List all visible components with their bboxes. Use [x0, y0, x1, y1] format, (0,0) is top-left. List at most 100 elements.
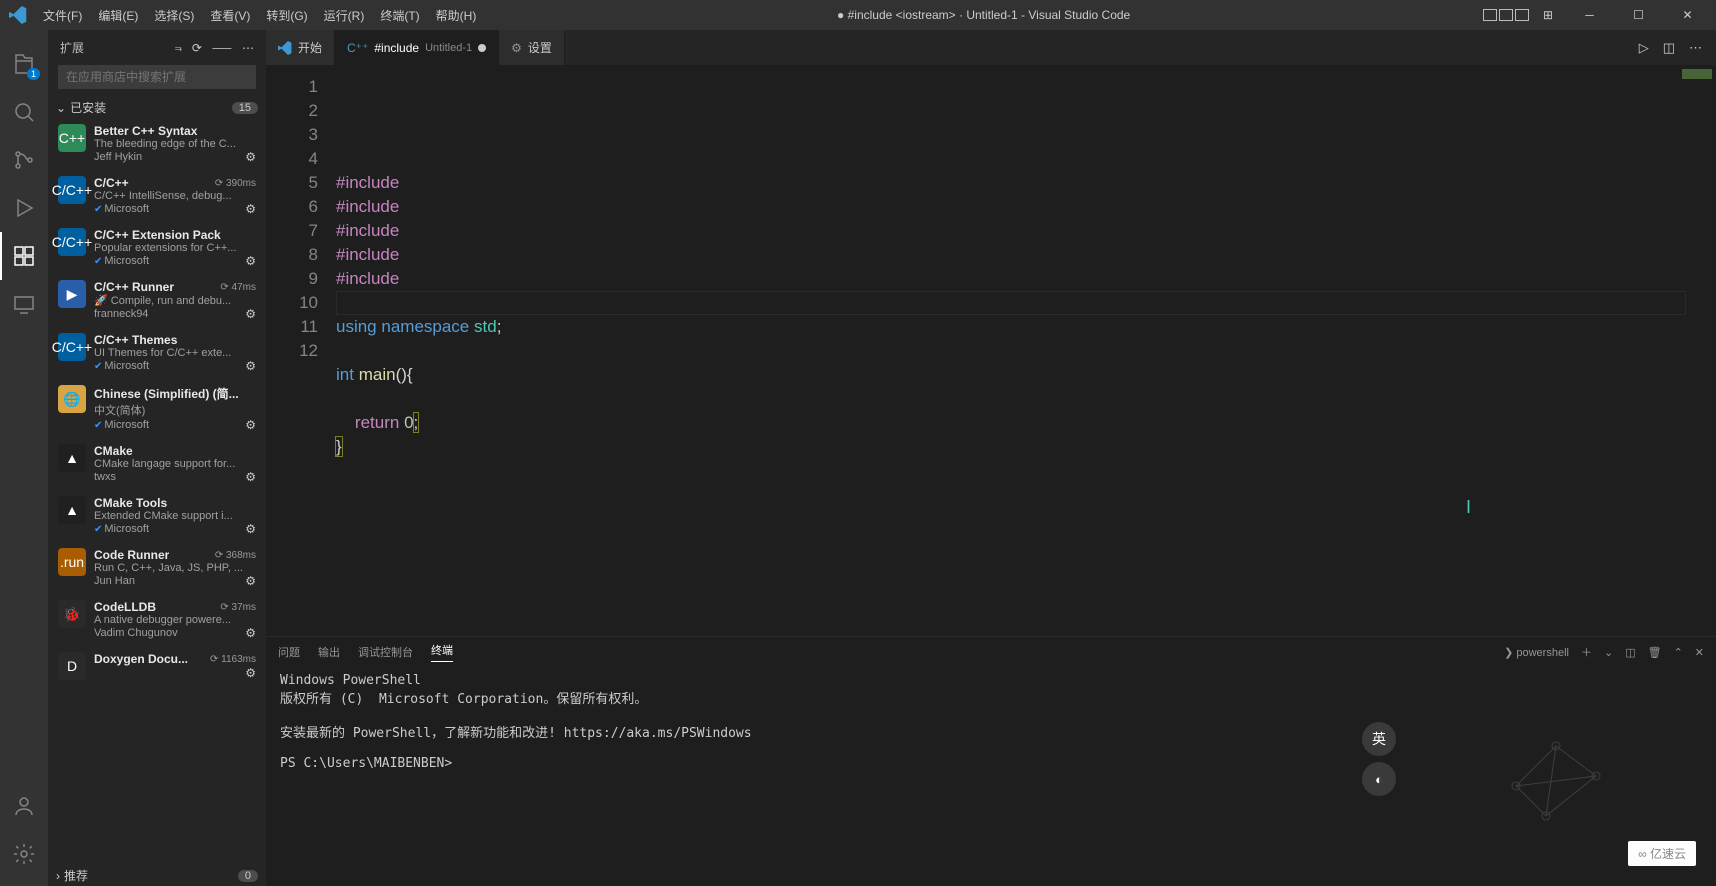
extension-manage-gear-icon[interactable]: ⚙: [245, 522, 256, 536]
extension-item[interactable]: C/C++ C/C++ Extension Pack Popular exten…: [48, 222, 266, 274]
code-line[interactable]: [336, 339, 1716, 363]
extension-item[interactable]: D Doxygen Docu...⟳ 1163ms ⚙: [48, 646, 266, 686]
customize-layout-icon[interactable]: ⊞: [1543, 8, 1553, 22]
remote-icon[interactable]: [0, 280, 48, 328]
code-line[interactable]: #include: [336, 195, 1716, 219]
extension-item[interactable]: C++ Better C++ Syntax The bleeding edge …: [48, 118, 266, 170]
extension-manage-gear-icon[interactable]: ⚙: [245, 666, 256, 680]
extension-manage-gear-icon[interactable]: ⚙: [245, 307, 256, 321]
extension-activation-time: ⟳ 1163ms: [210, 654, 256, 665]
menu-item[interactable]: 帮助(H): [428, 7, 485, 24]
code-line[interactable]: #include: [336, 267, 1716, 291]
section-installed[interactable]: ⌄ 已安装 15: [48, 97, 266, 118]
editor-tab[interactable]: C⁺⁺#include Untitled-1: [335, 30, 499, 65]
ime-indicator[interactable]: 英: [1362, 722, 1396, 756]
layout-left-icon[interactable]: [1483, 9, 1497, 21]
menu-item[interactable]: 选择(S): [146, 7, 202, 24]
extension-manage-gear-icon[interactable]: ⚙: [245, 574, 256, 588]
extension-item[interactable]: ▲ CMake CMake langage support for... twx…: [48, 438, 266, 490]
extension-item[interactable]: C/C++ C/C++ Themes UI Themes for C/C++ e…: [48, 327, 266, 379]
section-installed-label: 已安装: [70, 99, 106, 116]
close-button[interactable]: ✕: [1665, 0, 1710, 30]
extension-search[interactable]: [58, 65, 256, 89]
source-control-icon[interactable]: [0, 136, 48, 184]
extensions-icon[interactable]: [0, 232, 48, 280]
close-panel-icon[interactable]: ✕: [1695, 646, 1704, 659]
code-line[interactable]: #include: [336, 171, 1716, 195]
run-icon[interactable]: ▷: [1639, 40, 1649, 56]
layout-bottom-icon[interactable]: [1499, 9, 1513, 21]
extension-name: C/C++ Themes: [94, 333, 177, 347]
extension-item[interactable]: 🌐 Chinese (Simplified) (简... 中文(简体) Micr…: [48, 379, 266, 438]
extension-search-input[interactable]: [58, 65, 256, 89]
extension-item[interactable]: 🐞 CodeLLDB⟳ 37ms A native debugger power…: [48, 594, 266, 646]
kill-terminal-icon[interactable]: 🗑: [1648, 646, 1662, 659]
panel-tab[interactable]: 调试控制台: [358, 644, 413, 660]
extension-manage-gear-icon[interactable]: ⚙: [245, 626, 256, 640]
extension-manage-gear-icon[interactable]: ⚙: [245, 202, 256, 216]
tab-label: 开始: [298, 39, 322, 56]
minimap[interactable]: [1682, 69, 1712, 89]
clear-icon[interactable]: ⸺: [212, 39, 232, 56]
menu-item[interactable]: 编辑(E): [90, 7, 146, 24]
panel-tab[interactable]: 终端: [431, 642, 453, 662]
filter-icon[interactable]: ⫬: [175, 40, 182, 55]
code-line[interactable]: return 0;: [336, 411, 1716, 435]
extension-manage-gear-icon[interactable]: ⚙: [245, 150, 256, 164]
maximize-button[interactable]: ☐: [1616, 0, 1661, 30]
editor-tab[interactable]: ⚙设置: [499, 30, 565, 65]
menu-item[interactable]: 文件(F): [35, 7, 90, 24]
more-actions-icon[interactable]: ⋯: [1689, 40, 1702, 56]
settings-gear-icon[interactable]: [0, 830, 48, 878]
extension-icon: ▲: [58, 444, 86, 472]
extension-item[interactable]: ▲ CMake Tools Extended CMake support i..…: [48, 490, 266, 542]
editor-tab[interactable]: 开始: [266, 30, 335, 65]
split-editor-icon[interactable]: ◫: [1663, 40, 1675, 56]
dark-mode-icon[interactable]: ◐: [1362, 762, 1396, 796]
code-line[interactable]: #include: [336, 243, 1716, 267]
panel-tab[interactable]: 问题: [278, 644, 300, 660]
search-icon[interactable]: [0, 88, 48, 136]
extension-manage-gear-icon[interactable]: ⚙: [245, 470, 256, 484]
extension-item[interactable]: .run Code Runner⟳ 368ms Run C, C++, Java…: [48, 542, 266, 594]
extension-item[interactable]: C/C++ C/C++⟳ 390ms C/C++ IntelliSense, d…: [48, 170, 266, 222]
extension-name: C/C++ Runner: [94, 280, 174, 294]
extension-list[interactable]: C++ Better C++ Syntax The bleeding edge …: [48, 118, 266, 865]
code-line[interactable]: using namespace std;: [336, 315, 1716, 339]
explorer-icon[interactable]: 1: [0, 40, 48, 88]
extension-description: UI Themes for C/C++ exte...: [94, 347, 256, 359]
editor[interactable]: 123456789101112 I #include #include #inc…: [266, 65, 1716, 636]
code-line[interactable]: }: [336, 435, 1716, 459]
refresh-icon[interactable]: ⟳: [192, 41, 202, 55]
menu-item[interactable]: 终端(T): [372, 7, 427, 24]
code-line[interactable]: #include: [336, 219, 1716, 243]
new-terminal-icon[interactable]: ＋: [1581, 644, 1592, 660]
accounts-icon[interactable]: [0, 782, 48, 830]
extension-manage-gear-icon[interactable]: ⚙: [245, 359, 256, 373]
split-terminal-icon[interactable]: ◫: [1625, 646, 1635, 659]
section-recommended[interactable]: › 推荐 0: [48, 865, 266, 886]
shell-indicator[interactable]: ❯ powershell: [1504, 646, 1569, 659]
extension-manage-gear-icon[interactable]: ⚙: [245, 254, 256, 268]
code-line[interactable]: [336, 387, 1716, 411]
panel-tab[interactable]: 输出: [318, 644, 340, 660]
menu-item[interactable]: 转到(G): [258, 7, 315, 24]
layout-controls[interactable]: [1483, 9, 1529, 21]
code-line[interactable]: [336, 291, 1716, 315]
terminal-dropdown-icon[interactable]: ⌄: [1604, 646, 1613, 659]
extension-manage-gear-icon[interactable]: ⚙: [245, 418, 256, 432]
more-icon[interactable]: ⋯: [242, 41, 254, 55]
titlebar-right: ⊞ ─ ☐ ✕: [1483, 0, 1716, 30]
menu-item[interactable]: 查看(V): [202, 7, 258, 24]
extension-description: The bleeding edge of the C...: [94, 138, 256, 150]
tab-icon: ⚙: [511, 41, 522, 55]
menu-item[interactable]: 运行(R): [316, 7, 373, 24]
code-area[interactable]: I #include #include #include #include #i…: [336, 65, 1716, 636]
code-line[interactable]: int main(){: [336, 363, 1716, 387]
run-debug-icon[interactable]: [0, 184, 48, 232]
extension-item[interactable]: ▶ C/C++ Runner⟳ 47ms 🚀 Compile, run and …: [48, 274, 266, 327]
maximize-panel-icon[interactable]: ⌃: [1674, 646, 1683, 659]
minimize-button[interactable]: ─: [1567, 0, 1612, 30]
layout-right-icon[interactable]: [1515, 9, 1529, 21]
extension-publisher: twxs: [94, 471, 116, 483]
